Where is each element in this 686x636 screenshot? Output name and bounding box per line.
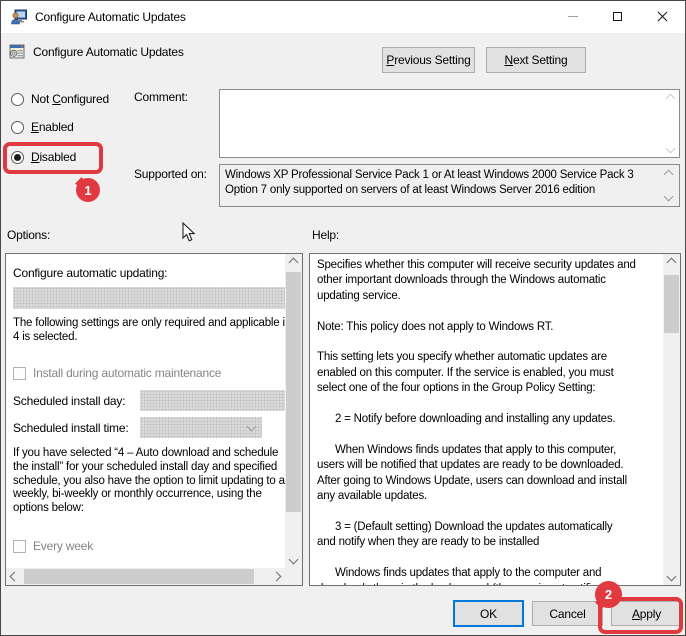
cancel-button[interactable]: Cancel [532, 601, 603, 626]
previous-setting-button[interactable]: Previous Setting [382, 47, 475, 73]
minimize-icon [567, 16, 578, 17]
radio-not-configured-circle [11, 92, 24, 106]
scheduled-time-dropdown[interactable] [140, 417, 262, 438]
scroll-right-button[interactable] [268, 568, 285, 585]
ok-button[interactable]: OK [453, 600, 524, 627]
scroll-right-icon [271, 571, 282, 582]
options-horizontal-scrollbar[interactable] [6, 568, 285, 585]
scroll-down-button[interactable] [285, 551, 302, 568]
scrollbar-corner [285, 568, 302, 585]
step-2-badge: 2 [595, 581, 622, 608]
mouse-cursor-icon [182, 222, 196, 242]
supported-on-text: Windows XP Professional Service Pack 1 o… [219, 164, 680, 207]
scroll-down-icon [663, 191, 674, 202]
scheduled-time-label: Scheduled install time: [13, 421, 129, 435]
scroll-down-icon [665, 143, 676, 154]
scroll-down-button[interactable] [663, 568, 680, 585]
following-settings-text: The following settings are only required… [13, 317, 285, 343]
scroll-up-icon [665, 93, 676, 104]
radio-not-configured[interactable]: Not Configured [11, 92, 109, 106]
comment-input[interactable] [219, 89, 680, 158]
options-label: Options: [7, 228, 51, 242]
options-panel: Configure automatic updating: The follow… [5, 253, 303, 586]
help-vertical-scrollbar[interactable] [663, 254, 680, 585]
scroll-up-button[interactable] [663, 254, 680, 271]
maximize-icon [613, 12, 622, 21]
comment-label: Comment: [134, 90, 188, 104]
highlight-box-disabled [3, 142, 103, 174]
supported-scrollbar[interactable] [660, 165, 677, 206]
window-title: Configure Automatic Updates [35, 10, 186, 24]
scroll-up-button[interactable] [285, 254, 302, 271]
scroll-left-icon [9, 571, 20, 582]
next-setting-button[interactable]: Next Setting [486, 47, 586, 73]
limit-updating-text: If you have selected “4 – Auto download … [13, 447, 285, 515]
close-button[interactable] [640, 1, 685, 32]
title-bar: Configure Automatic Updates [1, 1, 685, 33]
supported-on-label: Supported on: [134, 167, 207, 181]
scheduled-day-label: Scheduled install day: [13, 394, 126, 408]
scroll-up-icon [663, 169, 674, 180]
step-1-badge: 1 [76, 178, 100, 202]
maximize-button[interactable] [595, 1, 640, 32]
radio-enabled[interactable]: Enabled [11, 120, 74, 134]
help-text: Specifies whether this computer will rec… [317, 259, 636, 585]
checkbox-icon [13, 539, 26, 553]
scrollbar-thumb[interactable] [664, 275, 679, 333]
every-week-label: Every week [33, 539, 94, 553]
scroll-left-button[interactable] [6, 568, 23, 585]
configure-updating-label: Configure automatic updating: [13, 266, 168, 280]
close-icon [657, 11, 668, 22]
scheduled-day-dropdown[interactable] [140, 390, 288, 411]
radio-not-configured-label: Not Configured [31, 92, 109, 106]
policy-setting-icon [9, 44, 25, 59]
comment-scrollbar[interactable] [663, 91, 678, 156]
radio-enabled-circle [11, 120, 24, 134]
install-maintenance-label: Install during automatic maintenance [33, 366, 222, 380]
scrollbar-thumb[interactable] [286, 272, 301, 512]
scroll-up-icon [288, 257, 299, 268]
configure-automatic-updates-dialog: Configure Automatic Updates Configure Au… [0, 0, 686, 636]
scroll-down-icon [666, 571, 677, 582]
help-label: Help: [312, 228, 340, 242]
scroll-down-icon [288, 554, 299, 565]
policy-name: Configure Automatic Updates [33, 45, 184, 59]
scrollbar-thumb[interactable] [24, 569, 254, 584]
radio-enabled-label: Enabled [31, 120, 74, 134]
scroll-up-icon [666, 257, 677, 268]
configure-updating-dropdown[interactable] [13, 287, 286, 309]
checkbox-icon [13, 366, 26, 380]
help-panel: Specifies whether this computer will rec… [309, 253, 681, 586]
minimize-button[interactable] [550, 1, 595, 32]
options-vertical-scrollbar[interactable] [285, 254, 302, 568]
chevron-down-icon [246, 421, 257, 432]
install-maintenance-checkbox[interactable]: Install during automatic maintenance [13, 366, 221, 380]
group-policy-app-icon [11, 9, 27, 25]
every-week-checkbox[interactable]: Every week [13, 539, 93, 553]
